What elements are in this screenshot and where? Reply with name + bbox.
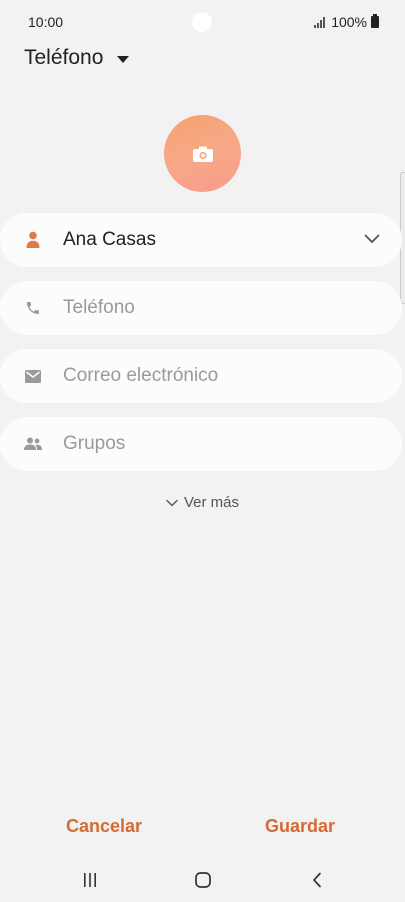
recent-apps-icon[interactable] — [78, 868, 102, 892]
name-value: Ana Casas — [63, 229, 156, 250]
phone-icon — [24, 299, 42, 317]
bottom-action-bar: Cancelar Guardar — [0, 816, 405, 842]
cancel-button[interactable]: Cancelar — [66, 816, 142, 837]
person-icon — [24, 231, 42, 249]
email-icon — [24, 367, 42, 385]
system-navigation-bar — [0, 860, 405, 900]
battery-percentage: 100% — [331, 14, 367, 30]
email-field[interactable]: Correo electrónico — [0, 349, 402, 403]
email-placeholder: Correo electrónico — [63, 365, 219, 386]
add-photo-button[interactable] — [164, 115, 241, 192]
phone-field[interactable]: Teléfono — [0, 281, 402, 335]
see-more-button[interactable]: Ver más — [0, 494, 405, 511]
camera-icon — [192, 146, 213, 162]
storage-account-label: Teléfono — [24, 46, 104, 69]
groups-icon — [24, 435, 42, 453]
home-icon[interactable] — [191, 868, 215, 892]
expand-name-chevron-icon[interactable] — [364, 231, 380, 249]
groups-placeholder: Grupos — [63, 433, 126, 454]
name-field[interactable]: Ana Casas — [0, 213, 402, 267]
groups-field[interactable]: Grupos — [0, 417, 402, 471]
chevron-down-icon — [166, 499, 178, 506]
see-more-label: Ver más — [183, 494, 240, 511]
battery-icon — [371, 14, 379, 28]
status-time: 10:00 — [28, 14, 64, 30]
signal-icon — [314, 16, 326, 28]
phone-placeholder: Teléfono — [63, 297, 135, 318]
status-indicators: 100% — [314, 14, 379, 30]
save-button[interactable]: Guardar — [265, 816, 335, 837]
back-icon[interactable] — [305, 868, 329, 892]
status-bar: 10:00 100% — [0, 0, 405, 44]
caret-down-icon — [117, 55, 130, 63]
storage-account-dropdown[interactable]: Teléfono — [24, 46, 130, 70]
front-camera-cutout — [192, 12, 212, 32]
